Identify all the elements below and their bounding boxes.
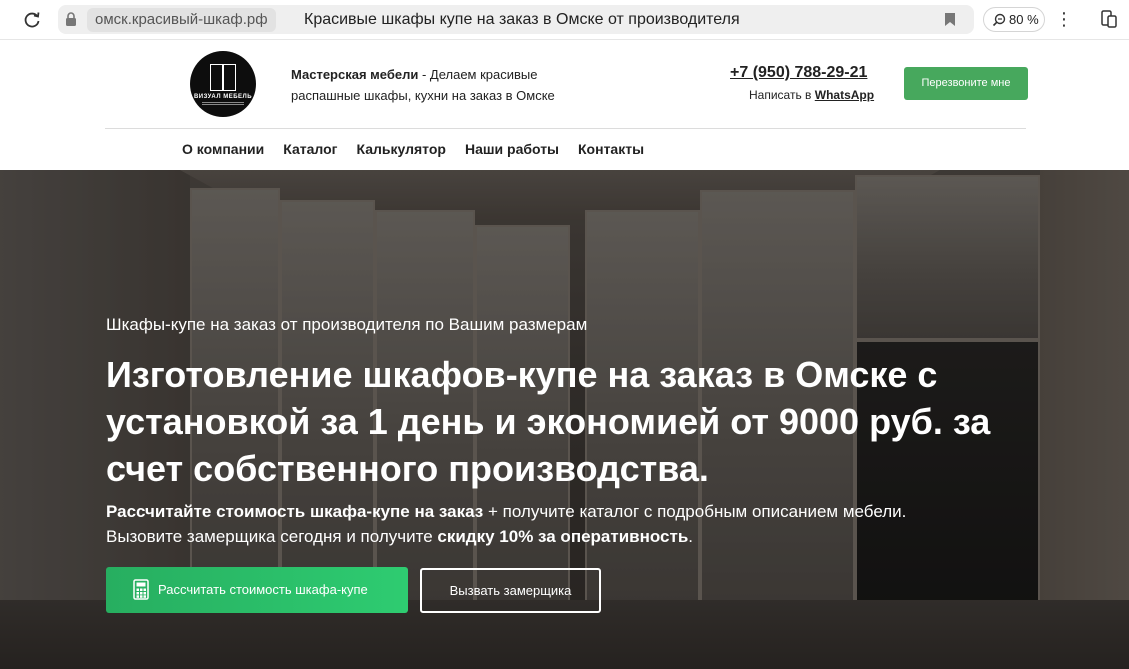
zoom-icon: [992, 13, 1006, 27]
phone-link[interactable]: +7 (950) 788-29-21: [730, 64, 867, 82]
company-tagline: Мастерская мебели - Делаем красивые расп…: [291, 64, 571, 106]
callback-button[interactable]: Перезвоните мне: [904, 67, 1028, 100]
lock-icon[interactable]: [65, 12, 77, 26]
header-divider: [105, 128, 1026, 129]
main-nav: О компании Каталог Калькулятор Наши рабо…: [182, 139, 644, 159]
calculate-price-label: Рассчитать стоимость шкафа-купе: [158, 582, 368, 597]
nav-item-about[interactable]: О компании: [182, 139, 264, 159]
extensions-icon[interactable]: [1100, 9, 1118, 29]
hero-line1-rest: + получите каталог с подробным описанием…: [483, 502, 907, 521]
zoom-value: 80 %: [1009, 12, 1039, 27]
hero-subtitle: Шкафы-купе на заказ от производителя по …: [106, 315, 588, 334]
logo-divider: [202, 102, 244, 105]
nav-item-contacts[interactable]: Контакты: [578, 139, 644, 159]
domain-label[interactable]: омск.красивый-шкаф.рф: [87, 8, 276, 32]
hero-line2-start: Вызовите замерщика сегодня и получите: [106, 527, 438, 546]
hero-line2-end: .: [688, 527, 693, 546]
zoom-indicator[interactable]: 80 %: [983, 7, 1045, 32]
company-name: Мастерская мебели: [291, 67, 419, 82]
calculator-icon: [133, 579, 149, 600]
whatsapp-line: Написать в WhatsApp: [749, 88, 874, 102]
nav-item-calculator[interactable]: Калькулятор: [357, 139, 446, 159]
browser-toolbar: омск.красивый-шкаф.рф Красивые шкафы куп…: [0, 0, 1129, 40]
reload-icon[interactable]: [22, 10, 42, 30]
hero-section: Шкафы-купе на заказ от производителя по …: [0, 170, 1129, 669]
nav-item-catalog[interactable]: Каталог: [283, 139, 337, 159]
hero-line2-bold: скидку 10% за оперативность: [437, 527, 689, 546]
nav-item-works[interactable]: Наши работы: [465, 139, 559, 159]
logo[interactable]: ВИЗУАЛ МЕБЕЛЬ: [190, 51, 256, 117]
page-title: Красивые шкафы купе на заказ в Омске от …: [304, 11, 740, 28]
hero-description: Рассчитайте стоимость шкафа-купе на зака…: [106, 499, 1006, 549]
whatsapp-link[interactable]: WhatsApp: [815, 88, 874, 102]
logo-door-right: [223, 64, 236, 91]
logo-door-left: [210, 64, 223, 91]
calculate-price-button[interactable]: Рассчитать стоимость шкафа-купе: [106, 567, 408, 613]
site-header: ВИЗУАЛ МЕБЕЛЬ Мастерская мебели - Делаем…: [0, 40, 1129, 170]
hero-line1-bold: Рассчитайте стоимость шкафа-купе на зака…: [106, 502, 484, 521]
call-measurer-button[interactable]: Вызвать замерщика: [420, 568, 601, 613]
hero-title: Изготовление шкафов-купе на заказ в Омск…: [106, 354, 991, 489]
more-menu-icon[interactable]: ⋮: [1055, 9, 1073, 29]
logo-text: ВИЗУАЛ МЕБЕЛЬ: [193, 94, 253, 100]
bookmark-icon[interactable]: [944, 12, 956, 27]
write-prefix: Написать в: [749, 88, 815, 102]
